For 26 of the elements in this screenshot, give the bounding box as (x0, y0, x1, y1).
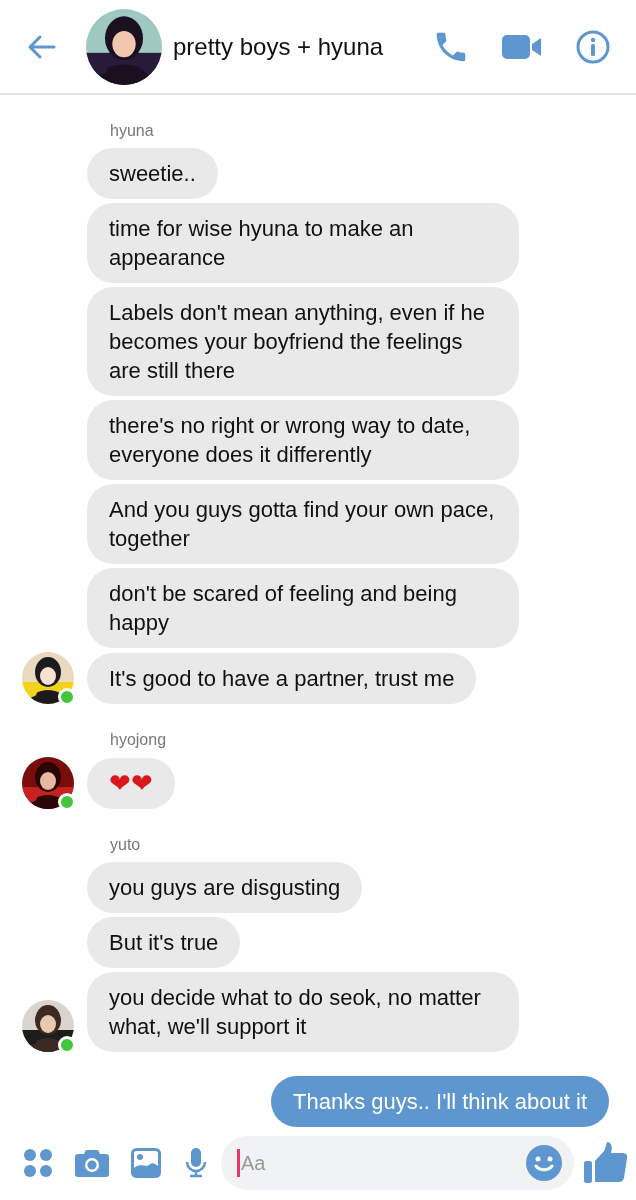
info-icon[interactable] (576, 29, 610, 64)
message-bubble: you decide what to do seok, no matter what, we'll support it (87, 972, 519, 1052)
apps-icon[interactable] (23, 1148, 53, 1178)
message-bubble: But it's true (87, 917, 241, 968)
message-bubble: don't be scared of feeling and being happy (87, 568, 519, 648)
message-bubble: And you guys gotta find your own pace, together (87, 484, 519, 564)
message-bubble: time for wise hyuna to make an appearance (87, 203, 519, 283)
message-bubble: Labels don't mean anything, even if he becomes your boyfriend the feelings are still there (87, 287, 519, 396)
message-composer[interactable]: Aa (221, 1136, 574, 1190)
message-bubble: ❤❤ (87, 758, 175, 809)
message-bubble: you guys are disgusting (87, 862, 363, 913)
smiley-icon[interactable] (526, 1145, 562, 1181)
chat-title: pretty boys + hyuna (173, 31, 385, 62)
message-bubble: sweetie.. (87, 148, 218, 199)
message-bubble: It's good to have a partner, trust me (87, 653, 477, 704)
thumbs-up-icon[interactable] (584, 1141, 628, 1185)
message-bubble: there's no right or wrong way to date, everyone does it differently (87, 400, 519, 480)
back-icon[interactable] (26, 33, 56, 60)
camera-icon[interactable] (75, 1148, 109, 1178)
sender-name: hyuna (110, 121, 155, 141)
sender-name: yuto (110, 835, 142, 855)
image-icon[interactable] (131, 1148, 161, 1178)
sender-name: hyojong (110, 730, 168, 750)
microphone-icon[interactable] (185, 1148, 207, 1178)
message-bubble: Thanks guys.. I'll think about it (271, 1076, 609, 1127)
video-camera-icon[interactable] (502, 32, 542, 61)
